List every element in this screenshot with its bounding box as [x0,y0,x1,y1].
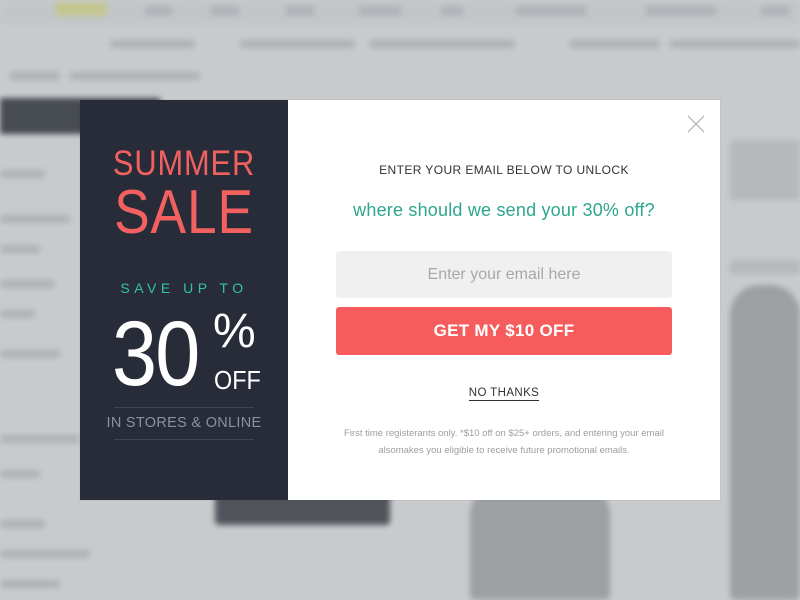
percent-sign: % [213,305,256,358]
fine-print: First time registerants only. *$10 off o… [344,428,664,456]
headline-sale: SALE [114,178,254,247]
no-thanks-row: NO THANKS [288,387,720,401]
email-question: where should we send your 30% off? [353,200,655,220]
no-thanks-link[interactable]: NO THANKS [468,387,540,401]
discount-number: 30 [112,303,200,405]
close-button[interactable] [686,114,706,134]
get-discount-button[interactable]: GET MY $10 OFF [336,307,672,355]
divider-top [114,407,254,408]
channels-label: IN STORES & ONLINE [106,415,262,431]
signup-panel: ENTER YOUR EMAIL BELOW TO UNLOCK where s… [288,100,720,500]
save-up-to-label: SAVE UP TO [120,280,248,296]
off-label: OFF [214,365,261,395]
promo-modal: SUMMER SALE SAVE UP TO 30 % OFF IN STORE… [80,100,720,500]
divider-bottom [114,439,254,440]
close-icon [687,115,705,133]
unlock-instruction: ENTER YOUR EMAIL BELOW TO UNLOCK [379,163,629,177]
email-input[interactable] [336,251,672,298]
promo-panel: SUMMER SALE SAVE UP TO 30 % OFF IN STORE… [80,100,288,500]
